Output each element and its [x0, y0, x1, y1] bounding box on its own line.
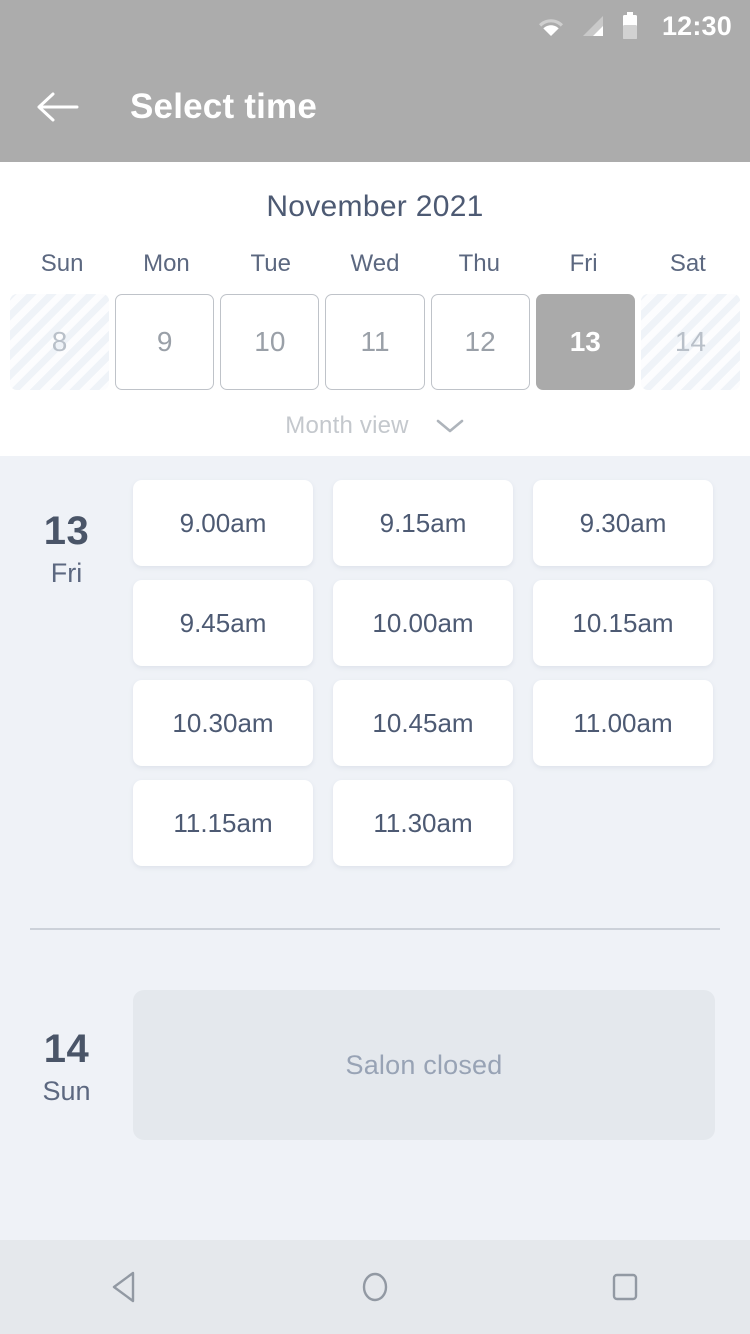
day-of-week: Sun — [42, 1076, 91, 1106]
day-label-column: 14 Sun — [0, 990, 133, 1140]
day-number: 13 — [43, 509, 90, 553]
status-bar: 12:30 — [0, 0, 750, 52]
calendar-day-cell[interactable]: 10 — [220, 294, 320, 390]
time-slot[interactable]: 10.30am — [133, 680, 313, 766]
back-button[interactable] — [18, 67, 98, 147]
time-slot[interactable]: 9.30am — [533, 480, 713, 566]
weekday-label: Sat — [669, 250, 706, 277]
page-title: Select time — [130, 87, 318, 126]
calendar-day-row: 8 9 10 11 12 13 14 — [0, 294, 750, 390]
wifi-icon — [538, 15, 564, 37]
recents-icon — [610, 1271, 640, 1303]
month-label: November 2021 — [266, 190, 484, 223]
schedule-day-13: 13 Fri 9.00am 9.15am 9.30am 9.45am 10.00… — [0, 456, 750, 866]
month-view-label: Month view — [285, 412, 409, 439]
day-number: 14 — [43, 1027, 90, 1071]
battery-icon — [622, 12, 638, 40]
home-icon — [358, 1269, 392, 1305]
time-slot[interactable]: 11.00am — [533, 680, 713, 766]
day-of-week: Fri — [50, 558, 83, 588]
section-divider — [30, 928, 720, 930]
phone-screen: 12:30 Select time November 2021 Sun Mon … — [0, 0, 750, 1334]
nav-back-button[interactable] — [65, 1240, 185, 1334]
app-bar: Select time — [0, 52, 750, 162]
calendar-day-cell-selected[interactable]: 13 — [535, 294, 635, 390]
weekday-label: Mon — [143, 250, 190, 277]
status-clock: 12:30 — [661, 10, 732, 41]
time-slot-grid: 9.00am 9.15am 9.30am 9.45am 10.00am 10.1… — [133, 456, 750, 866]
time-slot[interactable]: 10.00am — [333, 580, 513, 666]
weekday-label: Tue — [250, 250, 291, 277]
calendar-day-cell: 8 — [10, 294, 110, 390]
back-icon — [108, 1269, 142, 1305]
month-view-toggle[interactable]: Month view — [0, 412, 750, 440]
time-slot[interactable]: 9.00am — [133, 480, 313, 566]
day-label-column: 13 Fri — [0, 456, 133, 866]
weekday-label: Wed — [350, 250, 400, 277]
time-slot[interactable]: 11.30am — [333, 780, 513, 866]
weekday-label: Fri — [569, 250, 598, 277]
schedule-body: 13 Fri 9.00am 9.15am 9.30am 9.45am 10.00… — [0, 456, 750, 1240]
calendar-day-cell[interactable]: 11 — [325, 294, 425, 390]
time-slot[interactable]: 9.15am — [333, 480, 513, 566]
arrow-left-icon — [36, 91, 80, 123]
time-slot[interactable]: 10.15am — [533, 580, 713, 666]
signal-icon — [580, 14, 606, 38]
calendar-day-cell[interactable]: 9 — [115, 294, 215, 390]
weekday-header-row: Sun Mon Tue Wed Thu Fri Sat — [0, 250, 750, 278]
weekday-label: Sun — [40, 250, 84, 277]
android-nav-bar — [0, 1240, 750, 1334]
calendar-day-cell: 14 — [640, 294, 740, 390]
schedule-day-14: 14 Sun Salon closed — [0, 990, 750, 1140]
calendar-day-cell[interactable]: 12 — [430, 294, 530, 390]
salon-closed-message: Salon closed — [345, 1049, 503, 1080]
weekday-label: Thu — [458, 250, 500, 277]
nav-recents-button[interactable] — [565, 1240, 685, 1334]
time-slot[interactable]: 11.15am — [133, 780, 313, 866]
salon-closed-panel: Salon closed — [133, 990, 715, 1140]
calendar-panel: November 2021 Sun Mon Tue Wed Thu Fri Sa… — [0, 162, 750, 456]
time-slot[interactable]: 10.45am — [333, 680, 513, 766]
chevron-down-icon — [409, 417, 465, 435]
status-icon-group: 12:30 — [538, 11, 732, 42]
time-slot[interactable]: 9.45am — [133, 580, 313, 666]
nav-home-button[interactable] — [315, 1240, 435, 1334]
